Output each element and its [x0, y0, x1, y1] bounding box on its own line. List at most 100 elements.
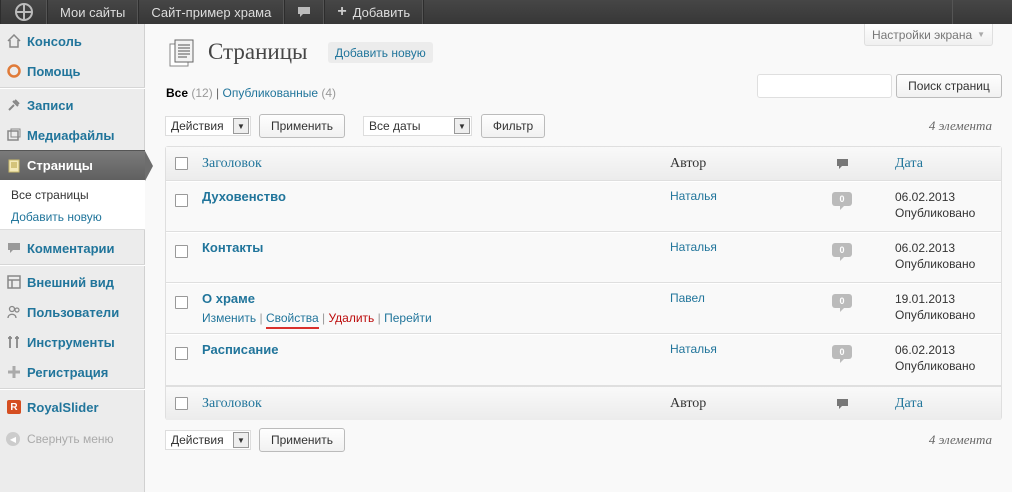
collapse-arrow-icon: ◀	[6, 432, 20, 446]
comment-count-badge[interactable]: 0	[832, 345, 852, 363]
items-count-top: 4 элемента	[928, 118, 992, 133]
comments-column-icon	[836, 158, 849, 173]
sidebar-item-label: Консоль	[27, 33, 82, 49]
filter-separator: |	[216, 86, 220, 100]
sidebar-item-help[interactable]: Помощь	[0, 56, 145, 86]
date-value: 06.02.2013	[895, 190, 956, 204]
author-link[interactable]: Павел	[670, 291, 705, 305]
sidebar-item-label: Регистрация	[27, 364, 109, 380]
add-new-menu[interactable]: + Добавить	[324, 0, 424, 24]
action-separator: |	[322, 311, 326, 325]
sidebar-item-tools[interactable]: Инструменты	[0, 327, 145, 357]
bulk-actions-value: Действия	[171, 433, 224, 447]
status-value: Опубликовано	[895, 308, 976, 322]
sidebar-item-label: Страницы	[27, 158, 93, 173]
filter-published-count: (4)	[321, 86, 337, 100]
dates-filter-select[interactable]: Все даты ▼	[363, 116, 472, 136]
column-title-footer[interactable]: Заголовок	[202, 396, 262, 412]
date-cell: 06.02.2013 Опубликовано	[895, 240, 975, 272]
admin-bar-spacer	[423, 0, 952, 24]
sidebar-item-label: Комментарии	[27, 240, 115, 256]
sidebar-item-console[interactable]: Консоль	[0, 26, 145, 56]
add-new-page-button[interactable]: Добавить новую	[328, 42, 433, 63]
site-name-menu[interactable]: Сайт-пример храма	[138, 0, 285, 24]
date-value: 06.02.2013	[895, 241, 956, 255]
date-value: 06.02.2013	[895, 343, 956, 357]
page-title-link[interactable]: Расписание	[202, 342, 279, 357]
comment-bubble-icon[interactable]	[284, 0, 325, 24]
appearance-icon	[6, 274, 22, 290]
table-footer: Заголовок Автор Дата	[166, 386, 1001, 420]
sidebar-item-pages[interactable]: Страницы	[0, 150, 153, 181]
status-value: Опубликовано	[895, 359, 976, 373]
dates-filter-value: Все даты	[369, 119, 421, 133]
view-link[interactable]: Перейти	[384, 311, 432, 325]
column-title-header[interactable]: Заголовок	[202, 156, 262, 172]
lifebuoy-icon	[6, 63, 22, 79]
sidebar-item-media[interactable]: Медиафайлы	[0, 120, 145, 150]
comment-count-badge[interactable]: 0	[832, 294, 852, 312]
select-all-checkbox[interactable]	[175, 157, 188, 170]
screen-options-label: Настройки экрана	[871, 27, 973, 42]
sidebar-item-comments[interactable]: Комментарии	[0, 233, 145, 263]
column-date-header[interactable]: Дата	[895, 156, 923, 172]
delete-link[interactable]: Удалить	[328, 311, 374, 325]
row-checkbox[interactable]	[175, 296, 188, 309]
pages-icon	[6, 158, 22, 174]
submenu-all-pages[interactable]: Все страницы	[11, 188, 89, 202]
row-actions: Изменить | Свойства | Удалить | Перейти	[202, 311, 432, 329]
action-separator: |	[259, 311, 263, 325]
filter-all-count: (12)	[191, 86, 213, 100]
sidebar-item-posts[interactable]: Записи	[0, 90, 145, 120]
my-sites-menu[interactable]: Мои сайты	[47, 0, 139, 24]
status-value: Опубликовано	[895, 257, 976, 271]
comment-count-badge[interactable]: 0	[832, 192, 852, 210]
sidebar-item-royalslider[interactable]: R RoyalSlider	[0, 392, 145, 422]
quick-edit-properties-link[interactable]: Свойства	[265, 311, 319, 329]
date-value: 19.01.2013	[895, 292, 956, 306]
page-title-link[interactable]: Контакты	[202, 240, 263, 255]
submenu-add-new[interactable]: Добавить новую	[11, 210, 102, 224]
page-title-link[interactable]: О храме	[202, 291, 255, 306]
page-title: Страницы	[208, 39, 308, 64]
date-cell: 06.02.2013 Опубликовано	[895, 342, 975, 374]
sidebar-item-label: RoyalSlider	[27, 399, 99, 415]
sidebar-item-registration[interactable]: Регистрация	[0, 357, 145, 387]
bulk-actions-select-bottom[interactable]: Действия ▼	[165, 430, 251, 450]
select-all-checkbox-bottom[interactable]	[175, 397, 188, 410]
media-icon	[6, 127, 22, 143]
search-input[interactable]	[757, 74, 892, 98]
sidebar-item-label: Пользователи	[27, 304, 120, 320]
column-date-footer[interactable]: Дата	[895, 396, 923, 412]
comment-count-badge[interactable]: 0	[832, 243, 852, 261]
comments-icon	[6, 240, 22, 256]
row-checkbox[interactable]	[175, 245, 188, 258]
plus-icon: +	[337, 3, 347, 20]
bulk-actions-select-top[interactable]: Действия ▼	[165, 116, 251, 136]
apply-button-top[interactable]: Применить	[259, 114, 345, 138]
sidebar-item-appearance[interactable]: Внешний вид	[0, 267, 145, 297]
author-link[interactable]: Наталья	[670, 240, 717, 254]
add-new-label: Добавить	[352, 4, 411, 20]
screen-options-button[interactable]: Настройки экрана ▼	[864, 24, 993, 46]
action-separator: |	[377, 311, 381, 325]
collapse-menu-button[interactable]: ◀ Свернуть меню	[6, 432, 114, 446]
chevron-down-icon: ▼	[233, 118, 249, 134]
wordpress-logo-icon[interactable]	[0, 0, 47, 24]
column-author-header: Автор	[670, 156, 707, 171]
edit-link[interactable]: Изменить	[202, 311, 256, 325]
page-title-link[interactable]: Духовенство	[202, 189, 286, 204]
sidebar-item-label: Инструменты	[27, 334, 115, 350]
filter-button[interactable]: Фильтр	[481, 114, 545, 138]
apply-button-bottom[interactable]: Применить	[259, 428, 345, 452]
author-link[interactable]: Наталья	[670, 189, 717, 203]
filter-published[interactable]: Опубликованные	[223, 86, 319, 100]
search-pages-button[interactable]: Поиск страниц	[896, 74, 1002, 98]
author-link[interactable]: Наталья	[670, 342, 717, 356]
filter-all[interactable]: Все	[166, 86, 188, 100]
home-icon	[6, 33, 22, 49]
sidebar-item-users[interactable]: Пользователи	[0, 297, 145, 327]
row-checkbox[interactable]	[175, 347, 188, 360]
pages-header-icon	[167, 38, 199, 73]
row-checkbox[interactable]	[175, 194, 188, 207]
